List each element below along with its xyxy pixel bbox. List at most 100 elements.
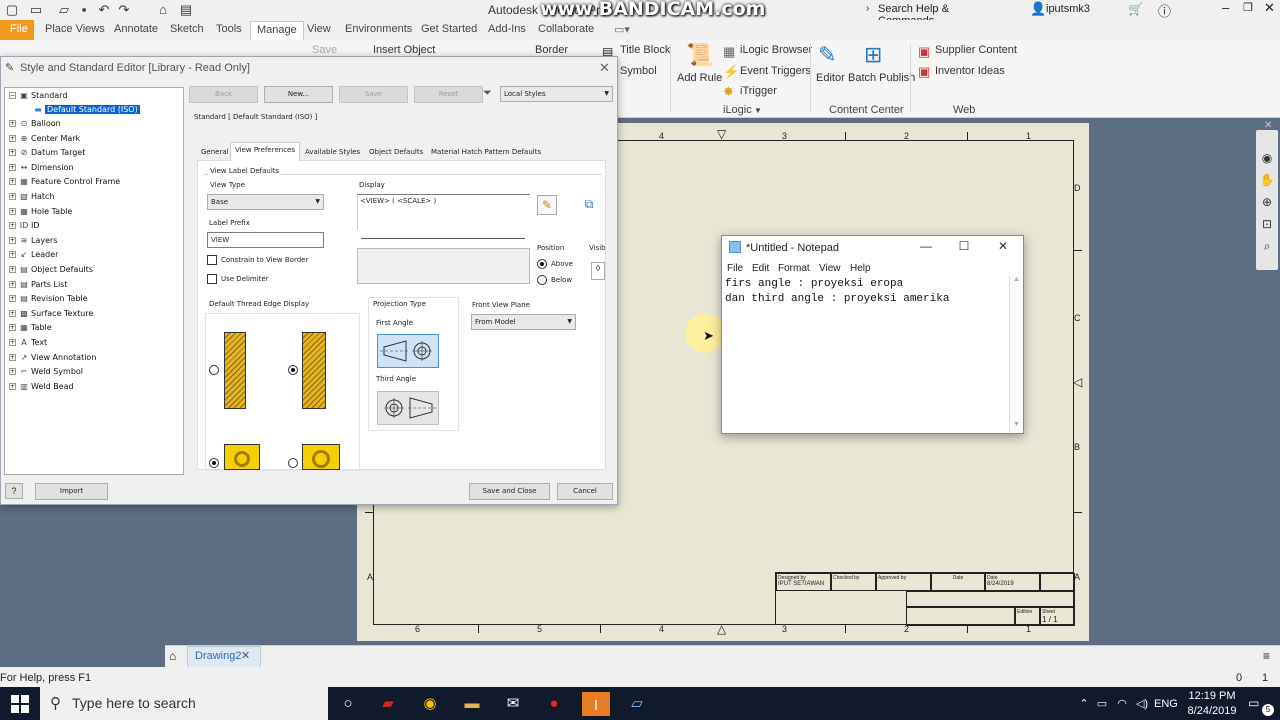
help-icon[interactable]: ? — [5, 483, 23, 499]
expand-icon[interactable]: + — [9, 120, 16, 127]
redo-icon[interactable]: ↷ — [116, 2, 132, 18]
label-prefix-field[interactable]: VIEW — [207, 232, 324, 248]
event-triggers-button[interactable]: Event Triggers — [740, 65, 811, 77]
tree-item[interactable]: + ▦ Hole Table — [9, 207, 72, 216]
tab-place-views[interactable]: Place Views — [45, 23, 105, 35]
windows-start-icon[interactable] — [11, 695, 29, 713]
chevron-right-icon[interactable]: › — [866, 3, 869, 14]
title-block[interactable]: Designed by IPUT SETIAWAN Checked by Appr… — [775, 572, 1075, 626]
maximize-icon[interactable]: ☐ — [956, 239, 972, 253]
edit-pencil-icon[interactable]: ✎ — [537, 195, 557, 215]
tree-item[interactable]: + ▤ Parts List — [9, 280, 68, 289]
tab-view-preferences[interactable]: View Preferences — [230, 142, 301, 161]
tab-environments[interactable]: Environments — [345, 23, 412, 35]
cancel-button[interactable]: Cancel — [557, 483, 613, 500]
expand-icon[interactable]: + — [9, 178, 16, 186]
chevron-down-icon[interactable]: ▼ — [754, 106, 762, 115]
cortana-icon[interactable]: ○ — [334, 690, 362, 718]
position-below-radio[interactable] — [537, 275, 547, 285]
close-navbar-icon[interactable]: ✕ — [1264, 120, 1272, 131]
third-angle-button[interactable] — [377, 391, 439, 425]
tab-file[interactable]: File — [0, 20, 34, 40]
thread-option-1-image[interactable] — [224, 332, 246, 409]
tree-item[interactable]: + ▦ Feature Control Frame — [9, 177, 120, 186]
editor-button[interactable]: Editor — [816, 72, 845, 84]
visibility-icon[interactable]: ◊ — [591, 262, 605, 280]
position-above-radio[interactable] — [537, 259, 547, 269]
close-icon[interactable]: ✕ — [1264, 0, 1275, 16]
pan-icon[interactable]: ✋ — [1259, 172, 1275, 188]
menu-file[interactable]: File — [727, 263, 743, 274]
close-icon[interactable]: ✕ — [599, 60, 610, 76]
tab-overflow-icon[interactable]: ▭▾ — [614, 23, 630, 36]
chrome-icon[interactable]: ◉ — [416, 690, 444, 718]
batch-publish-button[interactable]: Batch Publish — [848, 72, 915, 84]
expand-icon[interactable]: + — [9, 149, 16, 157]
notepad-taskbar-icon[interactable]: ▱ — [623, 690, 651, 718]
zoom-window-icon[interactable]: ⊡ — [1259, 216, 1275, 232]
menu-format[interactable]: Format — [778, 263, 810, 274]
use-delimiter-checkbox[interactable] — [207, 274, 217, 284]
expand-icon[interactable]: + — [9, 353, 16, 361]
close-icon[interactable]: ✕ — [995, 239, 1011, 253]
bandicam-icon[interactable]: ● — [540, 690, 568, 718]
expand-icon[interactable]: + — [9, 251, 16, 259]
thread-option-2-radio[interactable] — [288, 365, 298, 375]
menu-icon[interactable]: ≡ — [1263, 649, 1270, 663]
undo-icon[interactable]: ↶ — [96, 2, 112, 18]
home-tab-icon[interactable]: ⌂ — [169, 649, 176, 663]
tree-item[interactable]: + ▤ Object Defaults — [9, 265, 93, 274]
home-icon[interactable]: ⌂ — [155, 2, 171, 18]
tab-annotate[interactable]: Annotate — [114, 23, 158, 35]
add-rule-button[interactable]: Add Rule — [677, 72, 722, 84]
mail-icon[interactable]: ✉ — [499, 690, 527, 718]
user-name[interactable]: iputsmk3 — [1046, 3, 1090, 15]
app-menu-icon[interactable]: ▢ — [4, 2, 20, 18]
supplier-content-button[interactable]: Supplier Content — [935, 44, 1017, 56]
title-block-button[interactable]: Title Block — [620, 44, 670, 56]
tab-view[interactable]: View — [307, 23, 331, 35]
inventor-ideas-button[interactable]: Inventor Ideas — [935, 65, 1005, 77]
zoom-all-icon[interactable]: ⊕ — [1259, 194, 1275, 210]
tree-item[interactable]: + ↙ Leader — [9, 250, 58, 259]
thread-option-4-radio[interactable] — [288, 458, 298, 468]
tab-tools[interactable]: Tools — [216, 23, 242, 35]
tree-item[interactable]: + ⊙ Balloon — [9, 119, 61, 128]
scroll-up-icon[interactable]: ▲ — [1013, 276, 1020, 283]
tree-root[interactable]: − ▣ Standard — [9, 91, 67, 100]
notepad-scrollbar[interactable]: ▲ ▼ — [1009, 276, 1023, 433]
inventor-taskbar-icon[interactable]: I — [582, 692, 610, 716]
tree-item[interactable]: + ≋ Layers — [9, 236, 57, 245]
tab-collaborate[interactable]: Collaborate — [538, 23, 594, 35]
expand-icon[interactable]: + — [9, 339, 16, 346]
back-button[interactable]: Back — [189, 86, 258, 103]
minimize-icon[interactable]: — — [918, 239, 934, 253]
new-icon[interactable]: ▭ — [28, 2, 44, 18]
menu-edit[interactable]: Edit — [752, 263, 769, 274]
notepad-text-area[interactable]: firs angle : proyeksi eropa dan third an… — [725, 277, 1010, 431]
menu-view[interactable]: View — [819, 263, 841, 274]
expand-icon[interactable]: + — [9, 266, 16, 273]
tree-item[interactable]: + ↔ Dimension — [9, 163, 74, 172]
save-button[interactable]: Save — [312, 44, 337, 56]
import-button[interactable]: Import — [35, 483, 108, 500]
clock-date[interactable]: 8/24/2019 — [1182, 705, 1242, 717]
tree-item[interactable]: + ▥ Weld Bead — [9, 382, 74, 391]
expand-icon[interactable]: + — [9, 295, 16, 303]
taskbar-search-input[interactable]: Type here to search — [40, 687, 328, 720]
expand-icon[interactable]: + — [9, 163, 16, 171]
look-at-icon[interactable]: ⌕ — [1259, 238, 1275, 254]
open-icon[interactable]: ▱ — [56, 2, 72, 18]
doc-tab-drawing2[interactable]: Drawing2 — [195, 650, 241, 662]
tree-item[interactable]: + ID ID — [9, 221, 40, 230]
thread-option-4-image[interactable] — [302, 444, 340, 470]
save-and-close-button[interactable]: Save and Close — [469, 483, 550, 500]
volume-icon[interactable]: ◁) — [1128, 690, 1156, 718]
expand-icon[interactable]: + — [9, 222, 16, 230]
view-type-dropdown[interactable]: Base ▼ — [207, 194, 324, 210]
notepad-window[interactable]: *Untitled - Notepad — ☐ ✕ File Edit Form… — [721, 235, 1024, 434]
tree-item[interactable]: + ▦ Table — [9, 323, 52, 332]
tree-item-default-standard[interactable]: ▬ Default Standard (ISO) — [33, 105, 140, 114]
clear-display-icon[interactable]: ⧉ — [579, 195, 599, 215]
file-explorer-icon[interactable]: ▬ — [458, 690, 486, 718]
